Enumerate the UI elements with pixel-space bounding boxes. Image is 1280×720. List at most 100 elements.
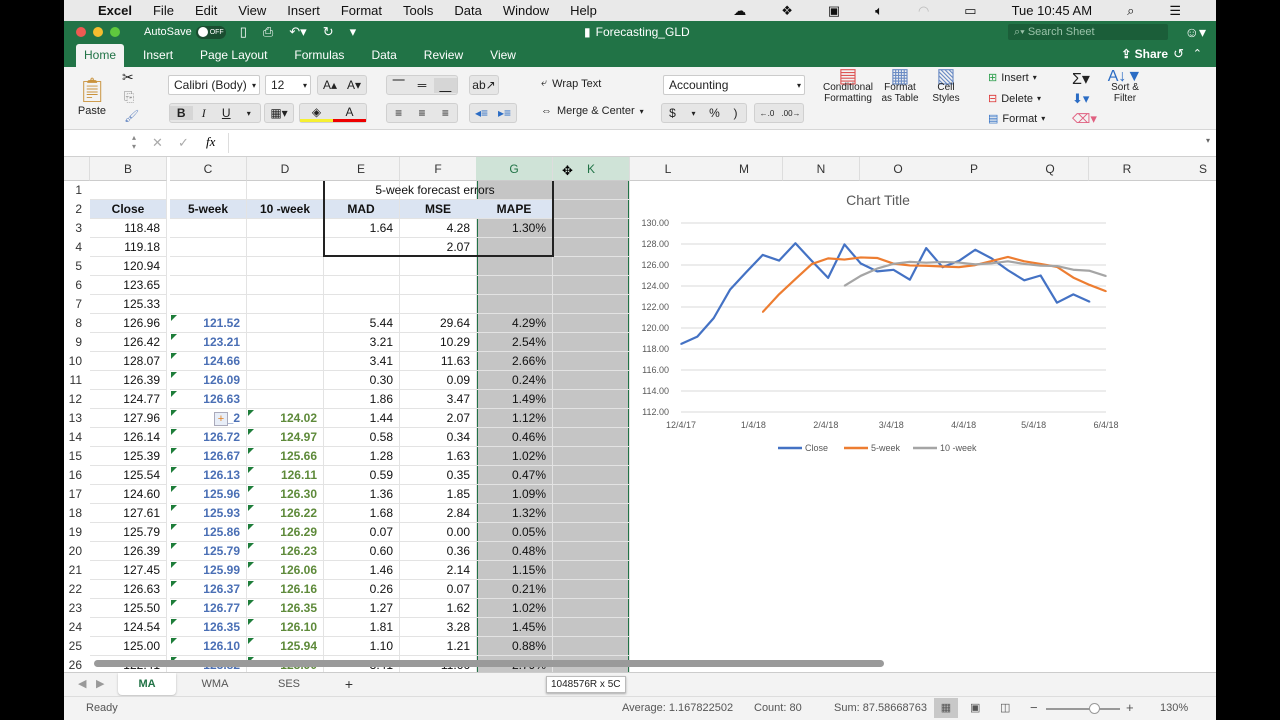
cell-e5[interactable] <box>323 257 400 276</box>
row-header[interactable]: 20 <box>64 542 90 561</box>
cell-g14[interactable]: 0.46% <box>476 428 553 447</box>
cell-d5[interactable] <box>247 257 324 276</box>
row-header[interactable]: 1 <box>64 181 90 200</box>
row-header[interactable]: 23 <box>64 599 90 618</box>
cell-g24[interactable]: 1.45% <box>476 618 553 637</box>
cell-c25[interactable]: 126.10 <box>170 637 247 656</box>
customize-qat-icon[interactable]: ▾ <box>350 24 357 40</box>
cell-k1[interactable] <box>553 181 630 200</box>
menu-view[interactable]: View <box>238 3 266 18</box>
cell-e23[interactable]: 1.27 <box>323 599 400 618</box>
row-header[interactable]: 5 <box>64 257 90 276</box>
cell-e7[interactable] <box>323 295 400 314</box>
row-header[interactable]: 9 <box>64 333 90 352</box>
name-box[interactable]: ▴ ▾ <box>64 133 140 153</box>
cell-g23[interactable]: 1.02% <box>476 599 553 618</box>
cell-d24[interactable]: 126.10 <box>247 618 324 637</box>
cell-f6[interactable] <box>400 276 477 295</box>
cell-b16[interactable]: 125.54 <box>90 466 167 485</box>
cell-b25[interactable]: 125.00 <box>90 637 167 656</box>
cell-f12[interactable]: 3.47 <box>400 390 477 409</box>
cell-g21[interactable]: 1.15% <box>476 561 553 580</box>
cell-c4[interactable] <box>170 238 247 257</box>
fill-color-icon[interactable]: ◈ <box>300 105 333 122</box>
cell-e18[interactable]: 1.68 <box>323 504 400 523</box>
cell-c21[interactable]: 125.99 <box>170 561 247 580</box>
cell-b7[interactable]: 125.33 <box>90 295 167 314</box>
row-header[interactable]: 11 <box>64 371 90 390</box>
cell-b21[interactable]: 127.45 <box>90 561 167 580</box>
row-header[interactable]: 8 <box>64 314 90 333</box>
cell-k7[interactable] <box>553 295 630 314</box>
cell-b9[interactable]: 126.42 <box>90 333 167 352</box>
header-10-week[interactable]: 10 -week <box>247 200 324 219</box>
column-header-q[interactable]: Q <box>1012 157 1089 181</box>
cell-f11[interactable]: 0.09 <box>400 371 477 390</box>
cell-d22[interactable]: 126.16 <box>247 580 324 599</box>
paste-button[interactable]: 📋︎ Paste <box>74 71 110 121</box>
cell-k6[interactable] <box>553 276 630 295</box>
row-header[interactable]: 4 <box>64 238 90 257</box>
cell-d8[interactable] <box>247 314 324 333</box>
cell-b13[interactable]: 127.96 <box>90 409 167 428</box>
cell-d9[interactable] <box>247 333 324 352</box>
spreadsheet-grid[interactable]: B C D E F G K L M N O P Q R S 1 2 Close 5-week 10 -week MAD M… <box>64 157 1216 672</box>
cell-b4[interactable]: 119.18 <box>90 238 167 257</box>
font-size-select[interactable]: 12 ▾ <box>265 75 311 95</box>
cell-c14[interactable]: 126.72 <box>170 428 247 447</box>
row-header[interactable]: 13 <box>64 409 90 428</box>
cell-b17[interactable]: 124.60 <box>90 485 167 504</box>
cell[interactable] <box>247 181 324 200</box>
cell-c22[interactable]: 126.37 <box>170 580 247 599</box>
share-button[interactable]: ⇪ Share <box>1121 47 1168 61</box>
redo-icon[interactable]: ↻ <box>323 24 334 40</box>
row-header[interactable]: 14 <box>64 428 90 447</box>
cell-b12[interactable]: 124.77 <box>90 390 167 409</box>
cell-c8[interactable]: 121.52 <box>170 314 247 333</box>
cell-c18[interactable]: 125.93 <box>170 504 247 523</box>
sort-filter-button[interactable]: A↓▼ Sort & Filter <box>1104 69 1146 105</box>
cell-e12[interactable]: 1.86 <box>323 390 400 409</box>
menu-tools[interactable]: Tools <box>403 3 433 18</box>
cell-k2[interactable] <box>553 200 630 219</box>
decrease-font-icon[interactable]: A▾ <box>342 78 366 92</box>
cell-d17[interactable]: 126.30 <box>247 485 324 504</box>
cell-b18[interactable]: 127.61 <box>90 504 167 523</box>
cell-g25[interactable]: 0.88% <box>476 637 553 656</box>
close-window-button[interactable] <box>76 27 86 37</box>
cell-c9[interactable]: 123.21 <box>170 333 247 352</box>
cell-k23[interactable] <box>553 599 630 618</box>
cell-f21[interactable]: 2.14 <box>400 561 477 580</box>
cell-e3[interactable]: 1.64 <box>323 219 400 238</box>
wrap-text-button[interactable]: ⤶ Wrap Text <box>541 77 601 90</box>
cell-d16[interactable]: 126.11 <box>247 466 324 485</box>
header-mape[interactable]: MAPE <box>476 200 553 219</box>
cell-b24[interactable]: 124.54 <box>90 618 167 637</box>
menu-help[interactable]: Help <box>570 3 597 18</box>
tab-insert[interactable]: Insert <box>135 44 181 67</box>
cell-g3[interactable]: 1.30% <box>476 219 553 238</box>
column-header-s[interactable]: S <box>1165 157 1216 181</box>
cell-e20[interactable]: 0.60 <box>323 542 400 561</box>
cell-c5[interactable] <box>170 257 247 276</box>
cell-f19[interactable]: 0.00 <box>400 523 477 542</box>
save-icon[interactable]: ⎙ <box>263 24 273 40</box>
row-header[interactable]: 26 <box>64 656 90 672</box>
cell-f20[interactable]: 0.36 <box>400 542 477 561</box>
cut-icon[interactable]: ✂ <box>122 69 134 86</box>
header-mad[interactable]: MAD <box>323 200 400 219</box>
expand-formula-icon[interactable]: ▾ <box>1206 136 1210 145</box>
cell-f24[interactable]: 3.28 <box>400 618 477 637</box>
row-header[interactable]: 2 <box>64 200 90 219</box>
sheet-tab-wma[interactable]: WMA <box>186 673 244 695</box>
currency-dropdown-icon[interactable]: ▾ <box>683 109 704 118</box>
cell-g6[interactable] <box>476 276 553 295</box>
tab-page-layout[interactable]: Page Layout <box>192 44 275 67</box>
insert-cells-button[interactable]: ⊞ Insert ▾ <box>988 71 1037 85</box>
delete-cells-button[interactable]: ⊟ Delete ▾ <box>988 92 1041 106</box>
row-header[interactable]: 6 <box>64 276 90 295</box>
percent-button[interactable]: % <box>704 106 725 120</box>
cell-k3[interactable] <box>553 219 630 238</box>
cell-d21[interactable]: 126.06 <box>247 561 324 580</box>
header-close[interactable]: Close <box>90 200 167 219</box>
